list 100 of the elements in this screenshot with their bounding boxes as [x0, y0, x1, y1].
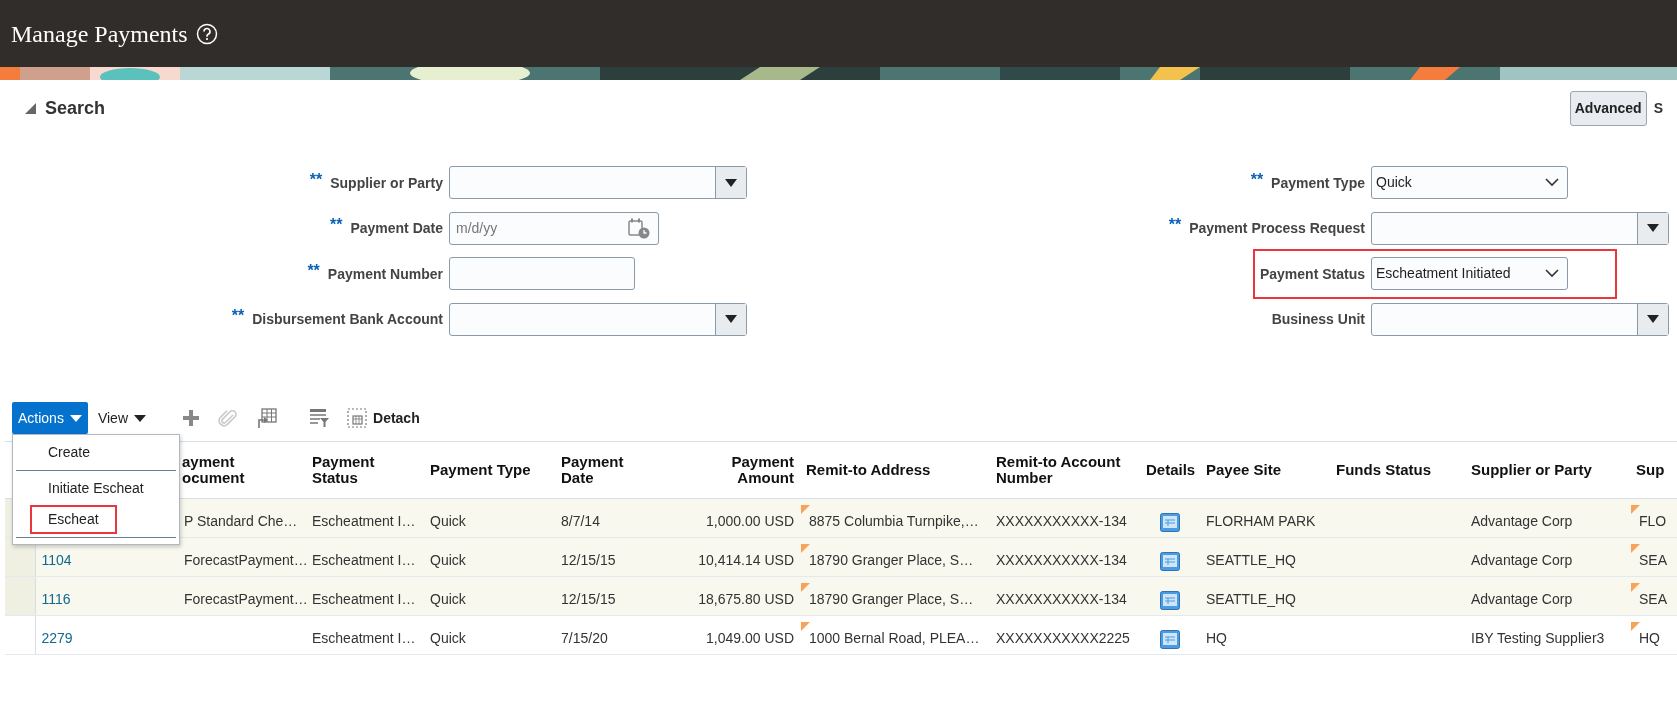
table-cell: Quick — [430, 630, 466, 646]
combo-field[interactable] — [1371, 211, 1669, 245]
table-cell: XXXXXXXXXXX2225 — [996, 630, 1130, 646]
calendar-icon[interactable] — [628, 217, 650, 239]
column-header[interactable]: ayment ocument — [182, 453, 262, 487]
field-label: Payment Type — [1271, 174, 1365, 191]
dropdown-icon[interactable] — [724, 176, 738, 189]
table-cell: SEA — [1639, 552, 1667, 568]
required-mark: ** — [329, 216, 343, 234]
details-icon[interactable] — [1160, 551, 1180, 571]
flag-icon — [801, 583, 810, 592]
collapse-icon[interactable] — [24, 101, 37, 115]
menu-item[interactable]: Escheat — [30, 505, 117, 534]
table-cell: 8875 Columbia Turnpike,… — [809, 513, 979, 529]
combo-field[interactable] — [449, 166, 747, 200]
column-header[interactable]: Payment Amount — [719, 453, 794, 487]
caret-icon — [134, 413, 146, 423]
column-header[interactable]: Details — [1146, 461, 1196, 479]
field-label: Disbursement Bank Account — [252, 311, 443, 328]
menu-item[interactable]: Create — [16, 438, 176, 467]
table-cell: Escheatment I… — [312, 513, 416, 529]
table-cell: SEATTLE_HQ — [1206, 552, 1296, 568]
table-cell: Quick — [430, 513, 466, 529]
actions-button[interactable]: Actions — [12, 402, 88, 434]
chevron-icon — [1545, 269, 1559, 279]
required-mark: ** — [309, 170, 323, 188]
caret-icon — [69, 413, 82, 423]
date-field[interactable]: m/d/yy — [450, 213, 620, 243]
field-label: Business Unit — [1271, 311, 1365, 328]
details-icon[interactable] — [1160, 590, 1180, 610]
freeze-columns-icon[interactable] — [256, 407, 277, 429]
column-header[interactable]: Payment Status — [312, 453, 387, 487]
clipped-text: S — [1653, 98, 1663, 118]
table-cell: 1,049.00 USD — [706, 630, 794, 646]
date-picker[interactable]: m/d/yy — [449, 211, 659, 245]
table-cell: ForecastPayment… — [184, 591, 308, 607]
column-header[interactable]: Funds Status — [1336, 461, 1431, 479]
plus-icon[interactable] — [182, 409, 200, 427]
details-icon[interactable] — [1160, 512, 1180, 532]
filter-icon[interactable] — [309, 408, 329, 428]
field-label: Payment Date — [350, 220, 443, 237]
table-cell: Quick — [430, 552, 466, 568]
flag-icon — [801, 622, 810, 631]
help-icon[interactable] — [195, 22, 218, 45]
table-cell: SEA — [1639, 591, 1667, 607]
table-cell: 18,675.80 USD — [698, 591, 794, 607]
table-cell: IBY Testing Supplier3 — [1471, 630, 1605, 646]
column-header[interactable]: Remit-to Account Number — [996, 453, 1134, 487]
combo-field[interactable] — [1371, 302, 1669, 336]
select-field[interactable]: Escheatment Initiated — [1371, 257, 1568, 291]
combo-field[interactable] — [449, 302, 747, 336]
table-cell: 12/15/15 — [561, 591, 616, 607]
table-cell: SEATTLE_HQ — [1206, 591, 1296, 607]
payment-link[interactable]: 1116 — [41, 591, 71, 607]
table-cell: Escheatment I… — [312, 591, 416, 607]
flag-icon — [801, 544, 810, 553]
column-header[interactable]: Remit-to Address — [806, 461, 931, 479]
column-header[interactable]: Sup — [1636, 461, 1665, 479]
flag-icon — [1631, 544, 1640, 553]
column-header[interactable]: Supplier or Party — [1471, 461, 1592, 479]
table-cell: Advantage Corp — [1471, 513, 1573, 529]
payment-link[interactable]: 2279 — [41, 630, 73, 646]
required-mark: ** — [231, 307, 245, 325]
table-cell: Quick — [430, 591, 466, 607]
detach-button[interactable]: Detach — [341, 407, 426, 429]
table-row[interactable]: 1104 ForecastPayment… Escheatment I… Quick 12/15/15 10,414.14 USD 18790 Granger Place, S… XXXXXXXXXXX-134 SEATTLE_HQ Advantage Corp SEA — [5, 537, 1677, 577]
select-field[interactable]: Quick — [1371, 166, 1568, 200]
table-cell: Escheatment I… — [312, 552, 416, 568]
table-cell: 10,414.14 USD — [698, 552, 794, 568]
table-cell: FLORHAM PARK — [1206, 513, 1316, 529]
table-cell: 18790 Granger Place, S… — [809, 552, 974, 568]
field-label: Payment Process Request — [1189, 220, 1365, 237]
view-button[interactable]: View — [93, 407, 150, 429]
flag-icon — [1631, 505, 1640, 514]
flag-icon — [1631, 622, 1640, 631]
table-cell: 1000 Bernal Road, PLEA… — [809, 630, 980, 646]
table-cell: XXXXXXXXXXX-134 — [996, 513, 1127, 529]
text-field[interactable] — [449, 257, 635, 291]
payment-link[interactable]: 1104 — [41, 552, 72, 568]
column-header[interactable]: Payment Date — [561, 453, 636, 487]
table-cell: XXXXXXXXXXX-134 — [996, 591, 1127, 607]
column-header[interactable]: Payee Site — [1206, 461, 1282, 479]
chevron-icon — [1545, 178, 1559, 188]
table-cell: 8/7/14 — [561, 513, 600, 529]
advanced-button[interactable]: Advanced — [1569, 90, 1647, 126]
table-cell: 18790 Granger Place, S… — [809, 591, 974, 607]
table-cell: 1,000.00 USD — [706, 513, 794, 529]
required-mark: ** — [307, 261, 320, 279]
table-cell: HQ — [1639, 630, 1660, 646]
table-cell: HQ — [1206, 630, 1227, 646]
field-label: Payment Number — [327, 265, 443, 282]
table-cell: FLO — [1639, 513, 1667, 529]
table-row[interactable]: 1116 ForecastPayment… Escheatment I… Quick 12/15/15 18,675.80 USD 18790 Granger Place, S… XXXXXXXXXXX-134 SEATTLE_HQ Advantage Corp SEA — [5, 576, 1677, 616]
table-cell: Escheatment I… — [312, 630, 416, 646]
column-header[interactable]: Payment Type — [430, 461, 531, 479]
table-row[interactable]: 2279 Escheatment I… Quick 7/15/20 1,049.00 USD 1000 Bernal Road, PLEA… XXXXXXXXXXX2225 HQ IBY Testing Supplier3 HQ — [5, 615, 1677, 655]
table-cell: XXXXXXXXXXX-134 — [996, 552, 1127, 568]
field-label: Supplier or Party — [330, 174, 443, 191]
table-cell: ForecastPayment… — [184, 552, 308, 568]
details-icon[interactable] — [1160, 629, 1180, 649]
